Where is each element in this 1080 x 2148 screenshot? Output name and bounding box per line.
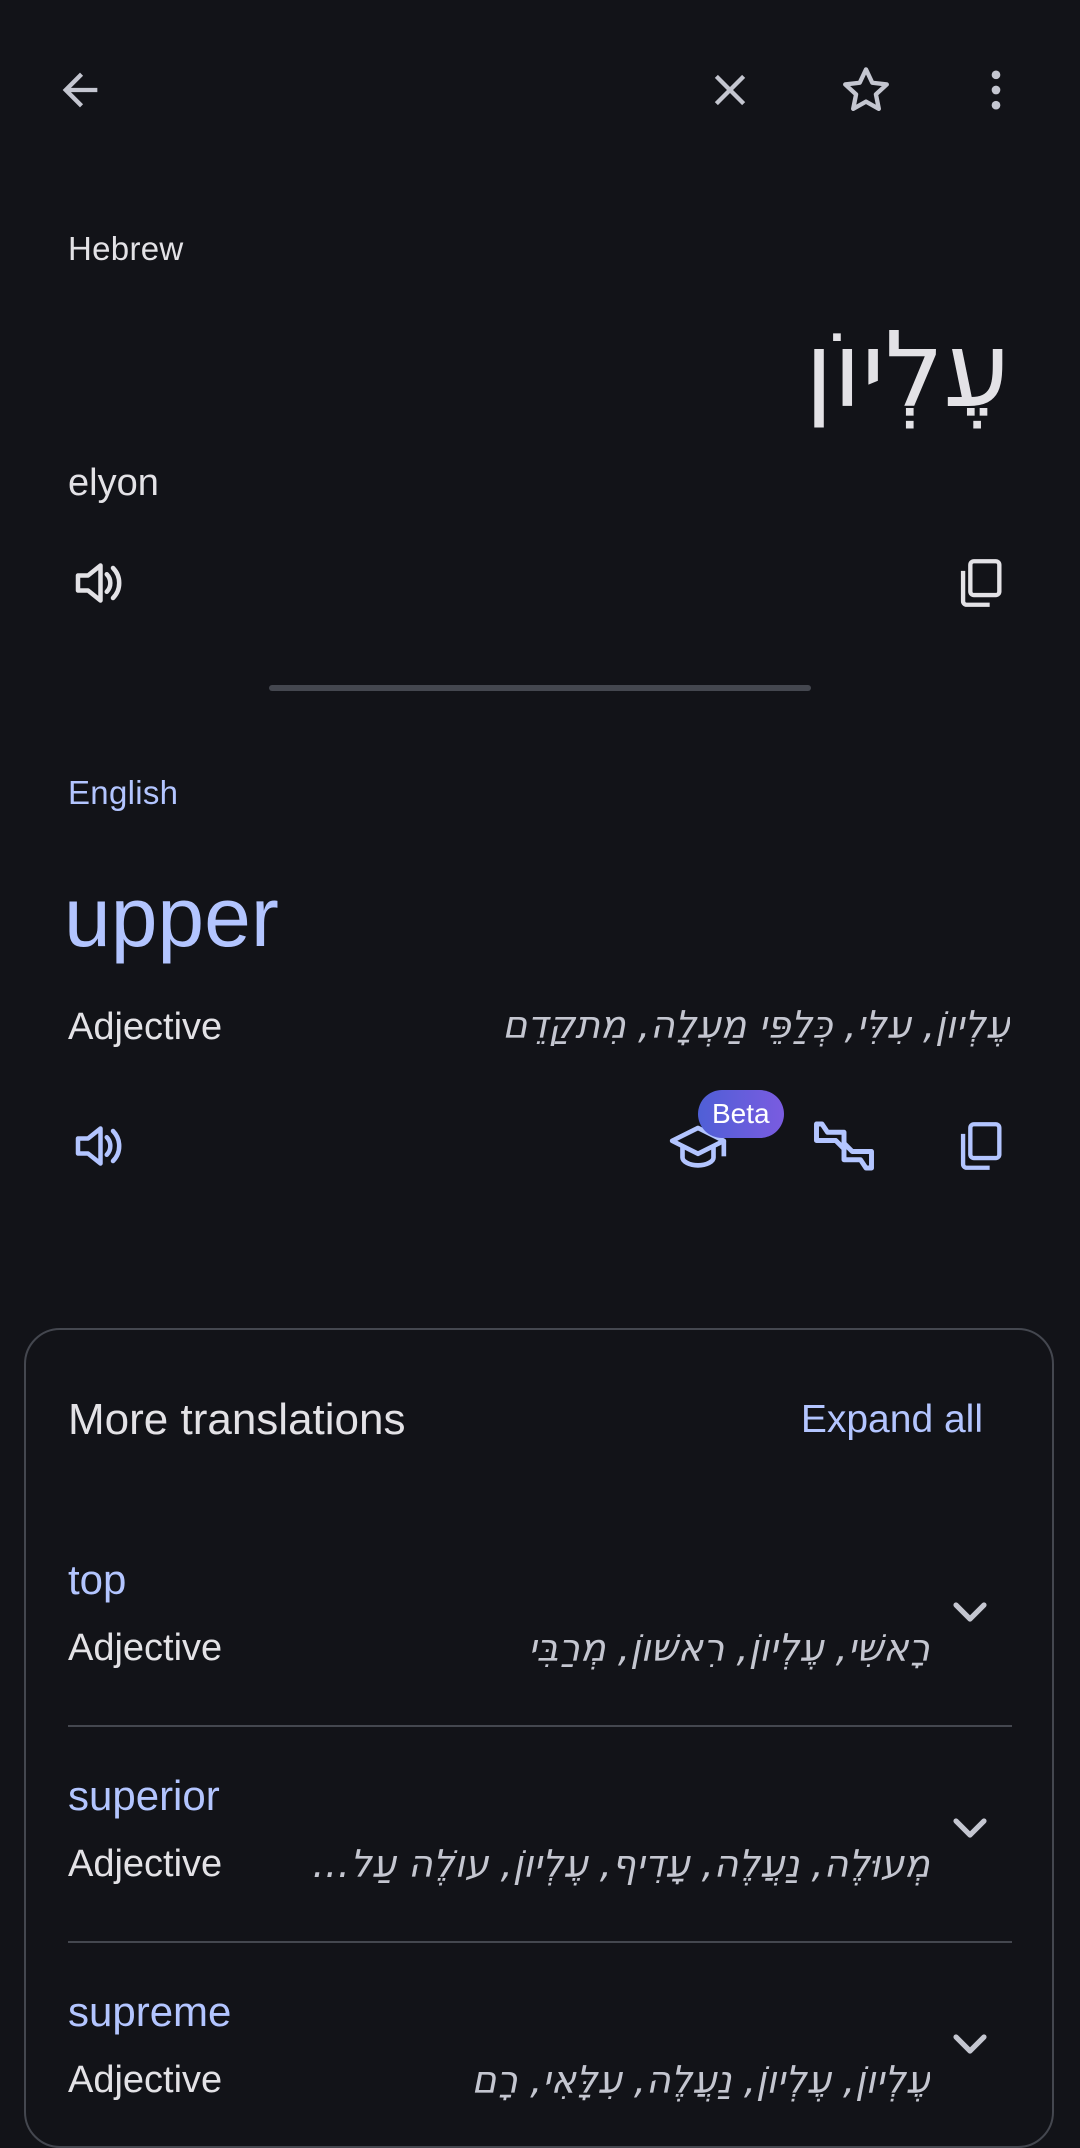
more-translations-title: More translations (68, 1395, 406, 1444)
target-language-label: English (68, 774, 179, 811)
alt-translation-word[interactable]: top (68, 1556, 126, 1604)
chevron-down-icon (942, 1800, 998, 1856)
more-vert-icon (970, 64, 1022, 116)
target-speak-button[interactable] (50, 1098, 146, 1194)
back-button[interactable] (32, 42, 128, 138)
back-translations: עֶלְיוֹן, עִלִּי, כְּלַפֵּי מַעְלָה, מִת… (502, 1003, 1010, 1047)
alt-translation-pos: Adjective (68, 2059, 223, 2101)
source-copy-button[interactable] (932, 535, 1028, 631)
speaker-icon (68, 1116, 128, 1176)
speaker-icon (68, 553, 128, 613)
transliteration: elyon (68, 462, 159, 504)
alt-translation-pos: Adjective (68, 1627, 223, 1669)
panel-resize-handle[interactable] (269, 685, 811, 691)
star-outline-icon (837, 61, 895, 119)
more-options-button[interactable] (948, 42, 1044, 138)
expand-row-button[interactable] (922, 1780, 1018, 1876)
translation-word: upper (64, 870, 279, 964)
close-icon (704, 64, 756, 116)
arrow-left-icon (54, 64, 106, 116)
clear-button[interactable] (682, 42, 778, 138)
alt-translation-word[interactable]: supreme (68, 1988, 231, 2036)
beta-badge: Beta (698, 1090, 784, 1138)
row-divider (68, 1725, 1012, 1727)
row-divider (68, 1941, 1012, 1943)
alt-back-translations: עֶלְיוֹן, עֶלְיוֹן, נַעֲלֶה, עִלָּאִי, ר… (471, 2058, 930, 2102)
source-speak-button[interactable] (50, 535, 146, 631)
alt-back-translations: רָאשִׁי, עֶלְיוֹן, רִאשׁוֹן, מְרַבִּי (528, 1626, 930, 1670)
chevron-down-icon (942, 1584, 998, 1640)
expand-row-button[interactable] (922, 1564, 1018, 1660)
save-star-button[interactable] (818, 42, 914, 138)
source-language-label: Hebrew (68, 230, 184, 267)
source-word: עֶלְיוֹן (804, 309, 1010, 431)
chevron-down-icon (942, 2016, 998, 2072)
alt-back-translations: מְעוּלֶה, נַעֲלֶה, עָדִיף, עֶלְיוֹן, עוֹ… (310, 1842, 930, 1886)
alternatives-button[interactable] (796, 1098, 892, 1194)
alt-translation-pos: Adjective (68, 1843, 223, 1885)
expand-row-button[interactable] (922, 1996, 1018, 2092)
copy-icon (951, 1117, 1009, 1175)
expand-all-button[interactable]: Expand all (801, 1398, 983, 1442)
alt-translation-word[interactable]: superior (68, 1772, 220, 1820)
copy-icon (951, 554, 1009, 612)
swap-quote-icon (808, 1113, 880, 1179)
target-copy-button[interactable] (932, 1098, 1028, 1194)
part-of-speech: Adjective (68, 1006, 223, 1048)
